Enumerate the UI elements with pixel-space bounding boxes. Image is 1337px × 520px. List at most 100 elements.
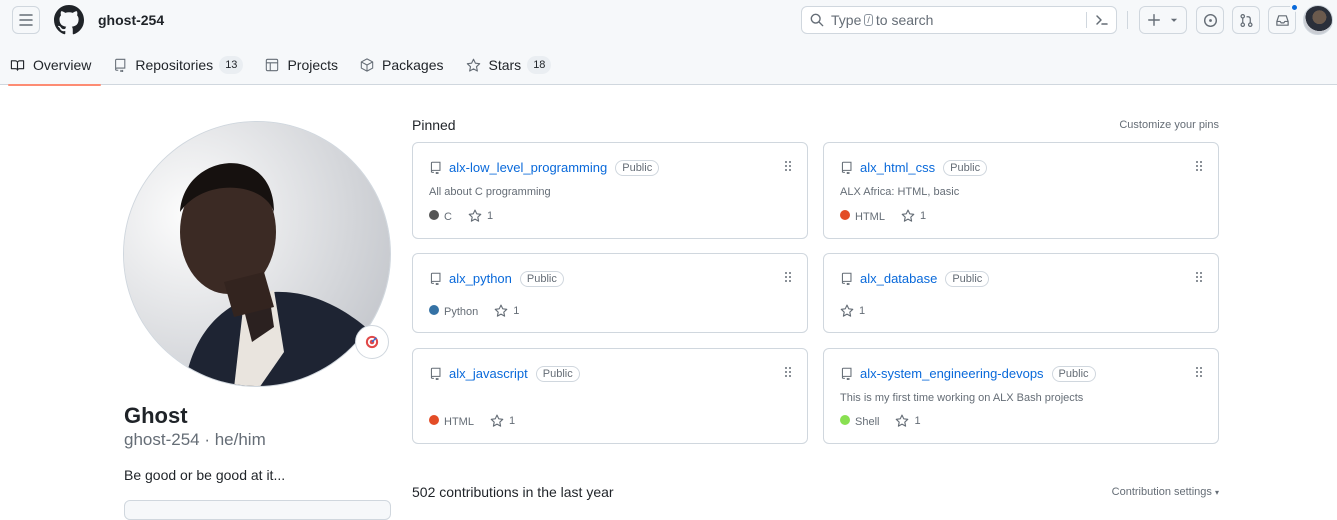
plus-icon	[1148, 14, 1160, 26]
context-username[interactable]: ghost-254	[98, 12, 164, 28]
repo-stars-link[interactable]: 1	[895, 414, 921, 428]
pinned-repo-card: alx_html_css Public ALX Africa: HTML, basi…	[823, 142, 1219, 239]
stars-count: 18	[527, 56, 552, 74]
drag-handle-icon[interactable]	[1196, 367, 1202, 377]
repo-icon	[430, 367, 441, 380]
search-input[interactable]: Type / to search	[801, 6, 1117, 34]
book-icon	[10, 59, 25, 71]
drag-handle-icon[interactable]	[785, 161, 791, 171]
target-emoji-icon	[365, 335, 379, 349]
profile-name: Ghost	[124, 403, 188, 428]
star-count: 1	[508, 415, 516, 427]
visibility-badge: Public	[519, 271, 564, 287]
repo-stars-link[interactable]: 1	[490, 414, 515, 428]
repo-description: This is my first time working on ALX Bas…	[840, 392, 1084, 404]
edit-profile-button[interactable]	[124, 500, 391, 520]
chevron-down-icon	[1170, 18, 1178, 22]
star-count: 1	[919, 210, 927, 222]
user-avatar-menu[interactable]	[1303, 5, 1333, 35]
language-label: C	[444, 210, 452, 223]
customize-pins-link[interactable]: Customize your pins	[1119, 119, 1219, 131]
repo-description: All about C programming	[429, 186, 551, 198]
tab-overview[interactable]: Overview	[0, 45, 102, 86]
visibility-badge: Public	[535, 366, 580, 382]
search-shortcut-key: /	[864, 14, 873, 26]
language-color-dot	[429, 304, 439, 315]
profile-tabs: Overview Repositories 13 Projects Packag…	[0, 45, 563, 86]
repo-name-link[interactable]: alx_javascript	[449, 366, 528, 381]
repo-icon	[841, 272, 852, 285]
pull-requests-icon	[1239, 13, 1253, 27]
star-icon	[466, 58, 480, 72]
visibility-badge: Public	[615, 160, 660, 176]
pull-requests-button[interactable]	[1232, 6, 1260, 34]
language-label: Shell	[855, 415, 880, 428]
star-icon	[896, 414, 909, 427]
drag-handle-icon[interactable]	[785, 272, 791, 282]
tab-stars[interactable]: Stars 18	[456, 45, 562, 85]
set-status-button[interactable]	[355, 325, 389, 359]
menu-button[interactable]	[12, 6, 40, 34]
tab-projects-label: Projects	[287, 57, 339, 73]
profile-bio: Be good or be good at it...	[124, 467, 286, 483]
language-label: Python	[444, 305, 479, 318]
menu-icon	[19, 14, 33, 26]
package-icon	[360, 58, 374, 72]
repo-meta: 1	[840, 304, 865, 318]
repo-stars-link[interactable]: 1	[494, 304, 519, 318]
inbox-icon	[1275, 14, 1289, 26]
repo-meta: HTML 1	[840, 209, 926, 223]
repo-language: Shell	[840, 414, 880, 428]
star-count: 1	[486, 210, 494, 222]
repo-icon	[430, 272, 441, 285]
star-icon	[840, 304, 854, 317]
star-count: 1	[513, 305, 520, 317]
repo-language: C	[429, 209, 452, 223]
repo-meta: HTML 1	[429, 414, 515, 428]
inbox-button[interactable]	[1268, 3, 1299, 34]
drag-handle-icon[interactable]	[1196, 161, 1202, 171]
repo-name-link[interactable]: alx_html_css	[860, 160, 935, 175]
repo-icon	[430, 161, 441, 174]
create-new-button[interactable]	[1139, 6, 1187, 34]
command-palette-icon[interactable]	[1094, 12, 1110, 28]
notification-dot	[1290, 3, 1299, 12]
visibility-badge: Public	[1051, 366, 1096, 382]
star-icon	[901, 209, 915, 222]
repo-name-link[interactable]: alx-system_engineering-devops	[860, 366, 1044, 381]
header-divider	[1127, 11, 1128, 29]
tab-overview-label: Overview	[33, 57, 92, 73]
search-prefix: Type	[831, 12, 862, 28]
repo-stars-link[interactable]: 1	[901, 209, 926, 223]
star-count: 1	[914, 415, 921, 427]
pinned-repo-card: alx-low_level_programming Public All about…	[412, 142, 808, 239]
star-icon	[468, 209, 482, 222]
visibility-badge: Public	[943, 160, 988, 176]
search-suffix: to search	[875, 12, 934, 28]
repo-meta: Shell 1	[840, 414, 921, 428]
github-logo[interactable]	[54, 5, 84, 35]
repo-name-link[interactable]: alx_python	[449, 271, 512, 286]
tab-packages[interactable]: Packages	[350, 45, 453, 85]
repo-stars-link[interactable]: 1	[840, 304, 865, 318]
contribution-settings-label: Contribution settings	[1111, 486, 1212, 498]
repo-language: HTML	[429, 414, 474, 428]
language-color-dot	[429, 209, 439, 220]
pinned-repo-card: alx-system_engineering-devops Public This …	[823, 348, 1219, 444]
repo-icon	[841, 367, 852, 380]
profile-avatar[interactable]	[123, 121, 391, 387]
tab-stars-label: Stars	[488, 57, 522, 73]
tab-projects[interactable]: Projects	[255, 45, 348, 85]
repo-name-link[interactable]: alx-low_level_programming	[449, 160, 607, 175]
issues-button[interactable]	[1196, 6, 1224, 34]
contribution-settings-button[interactable]: Contribution settings ▾	[1112, 486, 1219, 498]
tab-repositories[interactable]: Repositories 13	[103, 45, 253, 85]
repo-meta: C1	[429, 209, 493, 223]
drag-handle-icon[interactable]	[1196, 272, 1202, 282]
language-label: HTML	[855, 210, 885, 223]
issues-icon	[1203, 13, 1217, 27]
star-icon	[490, 414, 504, 427]
repo-stars-link[interactable]: 1	[468, 209, 493, 223]
drag-handle-icon[interactable]	[785, 367, 791, 377]
repo-name-link[interactable]: alx_database	[860, 271, 937, 286]
